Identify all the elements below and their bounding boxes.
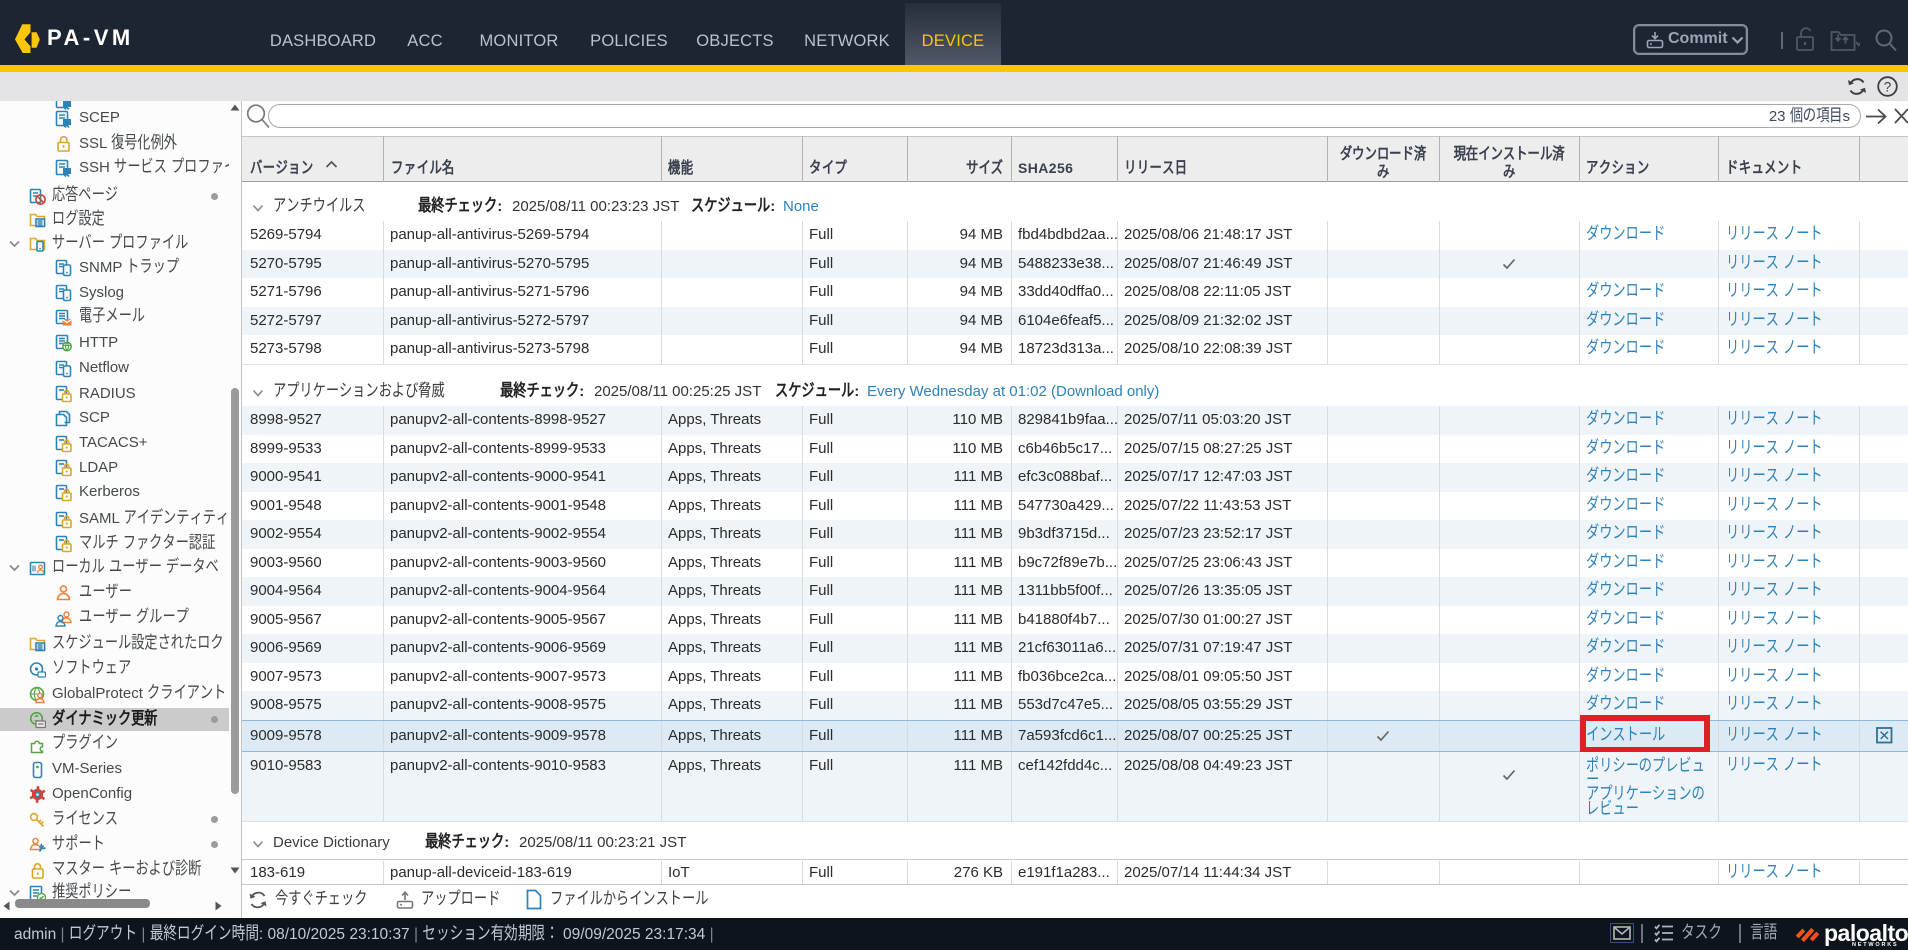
svg-text:?: ?: [1884, 79, 1892, 94]
